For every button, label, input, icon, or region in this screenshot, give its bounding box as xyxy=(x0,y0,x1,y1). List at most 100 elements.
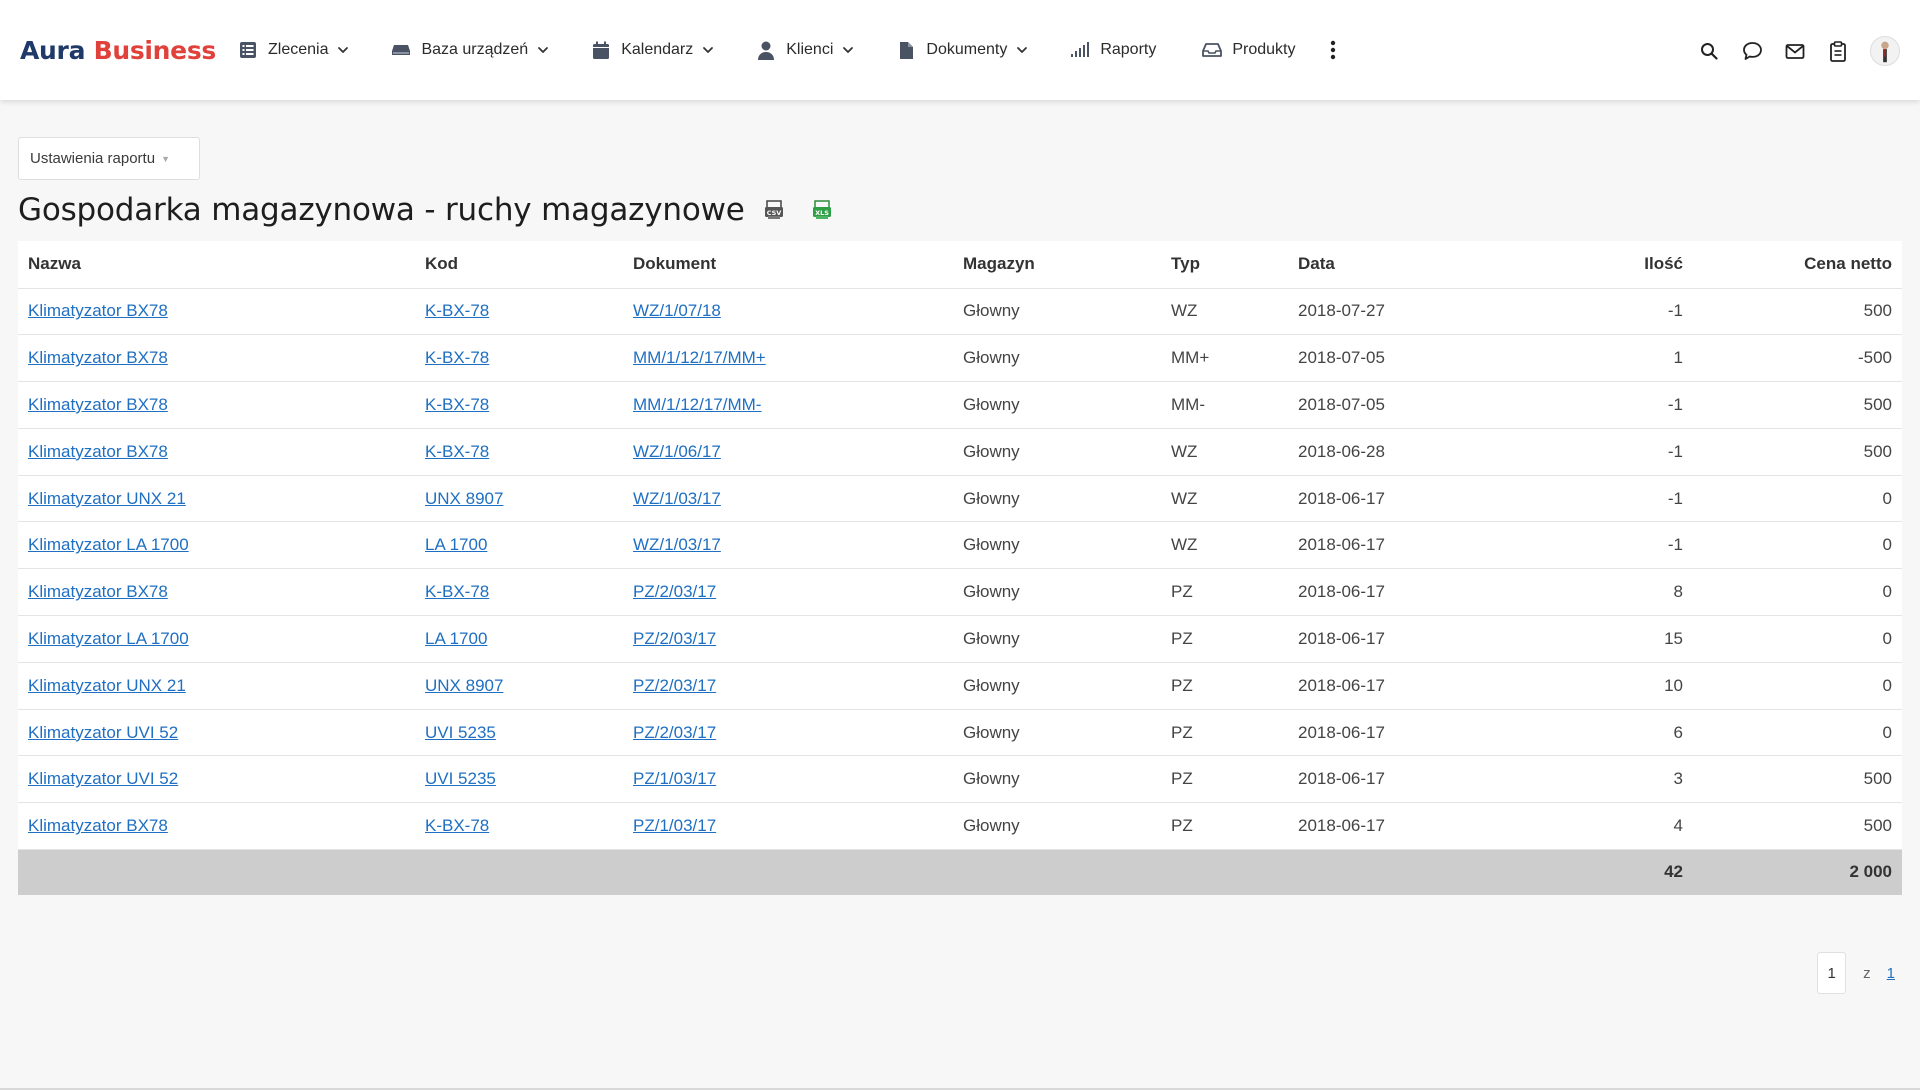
column-header-ilosc[interactable]: Ilość xyxy=(1488,241,1693,289)
kod-link[interactable]: K-BX-78 xyxy=(425,816,489,835)
signal-icon xyxy=(1070,40,1090,60)
nav-item-produkty[interactable]: Produkty xyxy=(1202,40,1295,60)
kod-link[interactable]: UVI 5235 xyxy=(425,723,496,742)
table-row: Klimatyzator UNX 21 UNX 8907 PZ/2/03/17 Gło… xyxy=(18,662,1902,710)
dokument-link[interactable]: WZ/1/06/17 xyxy=(633,442,721,461)
table-row: Klimatyzator BX78 K-BX-78 WZ/1/06/17 Głowny… xyxy=(18,428,1902,476)
kod-link[interactable]: K-BX-78 xyxy=(425,301,489,320)
kod-link[interactable]: K-BX-78 xyxy=(425,442,489,461)
cell-kod: UVI 5235 xyxy=(415,709,623,757)
dokument-link[interactable]: PZ/1/03/17 xyxy=(633,769,716,788)
summary-empty-cell xyxy=(1288,849,1488,895)
nav-item-baza-urzadzen[interactable]: Baza urządzeń xyxy=(391,40,549,60)
kod-link[interactable]: UVI 5235 xyxy=(425,769,496,788)
dokument-link[interactable]: PZ/2/03/17 xyxy=(633,582,716,601)
list-icon xyxy=(238,40,258,60)
table-header-row: Nazwa Kod Dokument Magazyn Typ Data Iloś… xyxy=(18,241,1902,289)
cell-cena-netto: 0 xyxy=(1693,521,1902,570)
nazwa-link[interactable]: Klimatyzator LA 1700 xyxy=(28,629,189,648)
nav-item-zlecenia[interactable]: Zlecenia xyxy=(238,40,349,60)
app-logo[interactable]: Aura Business xyxy=(20,36,216,65)
kod-link[interactable]: UNX 8907 xyxy=(425,676,503,695)
nazwa-link[interactable]: Klimatyzator UNX 21 xyxy=(28,676,186,695)
total-pages-link[interactable]: 1 xyxy=(1887,965,1895,982)
dokument-link[interactable]: WZ/1/03/17 xyxy=(633,535,721,554)
cell-data: 2018-07-05 xyxy=(1288,334,1488,383)
avatar[interactable] xyxy=(1870,36,1900,66)
kod-link[interactable]: LA 1700 xyxy=(425,629,487,648)
cell-dokument: PZ/2/03/17 xyxy=(623,662,953,710)
table-row: Klimatyzator UNX 21 UNX 8907 WZ/1/03/17 Gło… xyxy=(18,475,1902,523)
kebab-icon[interactable] xyxy=(1323,38,1343,62)
column-header-kod[interactable]: Kod xyxy=(415,241,623,289)
nazwa-link[interactable]: Klimatyzator UNX 21 xyxy=(28,489,186,508)
total-cena-netto: 2 000 xyxy=(1693,849,1902,895)
pagination: 1 z 1 xyxy=(1817,952,1902,994)
cell-nazwa: Klimatyzator BX78 xyxy=(18,288,415,336)
cell-typ: PZ xyxy=(1161,802,1288,851)
nav-item-klienci[interactable]: Klienci xyxy=(756,40,854,60)
chat-icon[interactable] xyxy=(1741,40,1763,62)
nazwa-link[interactable]: Klimatyzator LA 1700 xyxy=(28,535,189,554)
kod-link[interactable]: K-BX-78 xyxy=(425,395,489,414)
column-header-magazyn[interactable]: Magazyn xyxy=(953,241,1161,289)
nazwa-link[interactable]: Klimatyzator BX78 xyxy=(28,582,168,601)
report-settings-dropdown[interactable]: Ustawienia raportu ▼ xyxy=(18,137,200,180)
cell-ilosc: -1 xyxy=(1488,521,1693,570)
dokument-link[interactable]: WZ/1/03/17 xyxy=(633,489,721,508)
cell-cena-netto: 500 xyxy=(1693,288,1902,336)
cell-nazwa: Klimatyzator UNX 21 xyxy=(18,475,415,523)
column-header-data[interactable]: Data xyxy=(1288,241,1488,289)
nazwa-link[interactable]: Klimatyzator BX78 xyxy=(28,442,168,461)
dokument-link[interactable]: PZ/2/03/17 xyxy=(633,723,716,742)
cell-ilosc: 6 xyxy=(1488,709,1693,757)
cell-nazwa: Klimatyzator BX78 xyxy=(18,334,415,383)
search-icon[interactable] xyxy=(1698,40,1720,62)
nav-item-label: Zlecenia xyxy=(267,41,329,58)
cell-cena-netto: 0 xyxy=(1693,475,1902,523)
dokument-link[interactable]: MM/1/12/17/MM+ xyxy=(633,348,766,367)
kod-link[interactable]: K-BX-78 xyxy=(425,348,489,367)
nav-item-label: Baza urządzeń xyxy=(421,41,529,58)
cell-magazyn: Głowny xyxy=(953,568,1161,617)
nazwa-link[interactable]: Klimatyzator BX78 xyxy=(28,348,168,367)
kod-link[interactable]: K-BX-78 xyxy=(425,582,489,601)
cell-nazwa: Klimatyzator BX78 xyxy=(18,381,415,429)
nav-item-raporty[interactable]: Raporty xyxy=(1070,40,1156,60)
dokument-link[interactable]: MM/1/12/17/MM- xyxy=(633,395,761,414)
cell-ilosc: -1 xyxy=(1488,475,1693,523)
kod-link[interactable]: UNX 8907 xyxy=(425,489,503,508)
dokument-link[interactable]: PZ/2/03/17 xyxy=(633,629,716,648)
nazwa-link[interactable]: Klimatyzator BX78 xyxy=(28,395,168,414)
xls-export-icon[interactable]: XLS xyxy=(811,199,833,221)
report-table-container: Nazwa Kod Dokument Magazyn Typ Data Iloś… xyxy=(18,241,1902,895)
cell-data: 2018-07-27 xyxy=(1288,288,1488,336)
column-header-cena-netto[interactable]: Cena netto xyxy=(1693,241,1902,289)
column-header-dokument[interactable]: Dokument xyxy=(623,241,953,289)
cell-kod: LA 1700 xyxy=(415,521,623,570)
page-title: Gospodarka magazynowa - ruchy magazynowe xyxy=(18,192,745,228)
nazwa-link[interactable]: Klimatyzator BX78 xyxy=(28,816,168,835)
nazwa-link[interactable]: Klimatyzator UVI 52 xyxy=(28,769,178,788)
column-header-nazwa[interactable]: Nazwa xyxy=(18,241,415,289)
nazwa-link[interactable]: Klimatyzator UVI 52 xyxy=(28,723,178,742)
cell-cena-netto: 0 xyxy=(1693,568,1902,617)
table-row: Klimatyzator BX78 K-BX-78 PZ/2/03/17 Głowny… xyxy=(18,568,1902,617)
chevron-down-icon xyxy=(337,44,349,56)
clipboard-icon[interactable] xyxy=(1827,40,1849,62)
csv-export-icon[interactable]: CSV xyxy=(763,199,785,221)
cell-nazwa: Klimatyzator LA 1700 xyxy=(18,521,415,570)
current-page-input[interactable]: 1 xyxy=(1817,952,1847,994)
nav-item-dokumenty[interactable]: Dokumenty xyxy=(896,40,1028,60)
nav-item-kalendarz[interactable]: Kalendarz xyxy=(591,40,714,60)
chevron-down-icon xyxy=(702,44,714,56)
column-header-typ[interactable]: Typ xyxy=(1161,241,1288,289)
cell-typ: MM+ xyxy=(1161,334,1288,383)
dokument-link[interactable]: WZ/1/07/18 xyxy=(633,301,721,320)
dokument-link[interactable]: PZ/2/03/17 xyxy=(633,676,716,695)
dokument-link[interactable]: PZ/1/03/17 xyxy=(633,816,716,835)
kod-link[interactable]: LA 1700 xyxy=(425,535,487,554)
cell-data: 2018-06-28 xyxy=(1288,428,1488,476)
nazwa-link[interactable]: Klimatyzator BX78 xyxy=(28,301,168,320)
mail-icon[interactable] xyxy=(1784,40,1806,62)
